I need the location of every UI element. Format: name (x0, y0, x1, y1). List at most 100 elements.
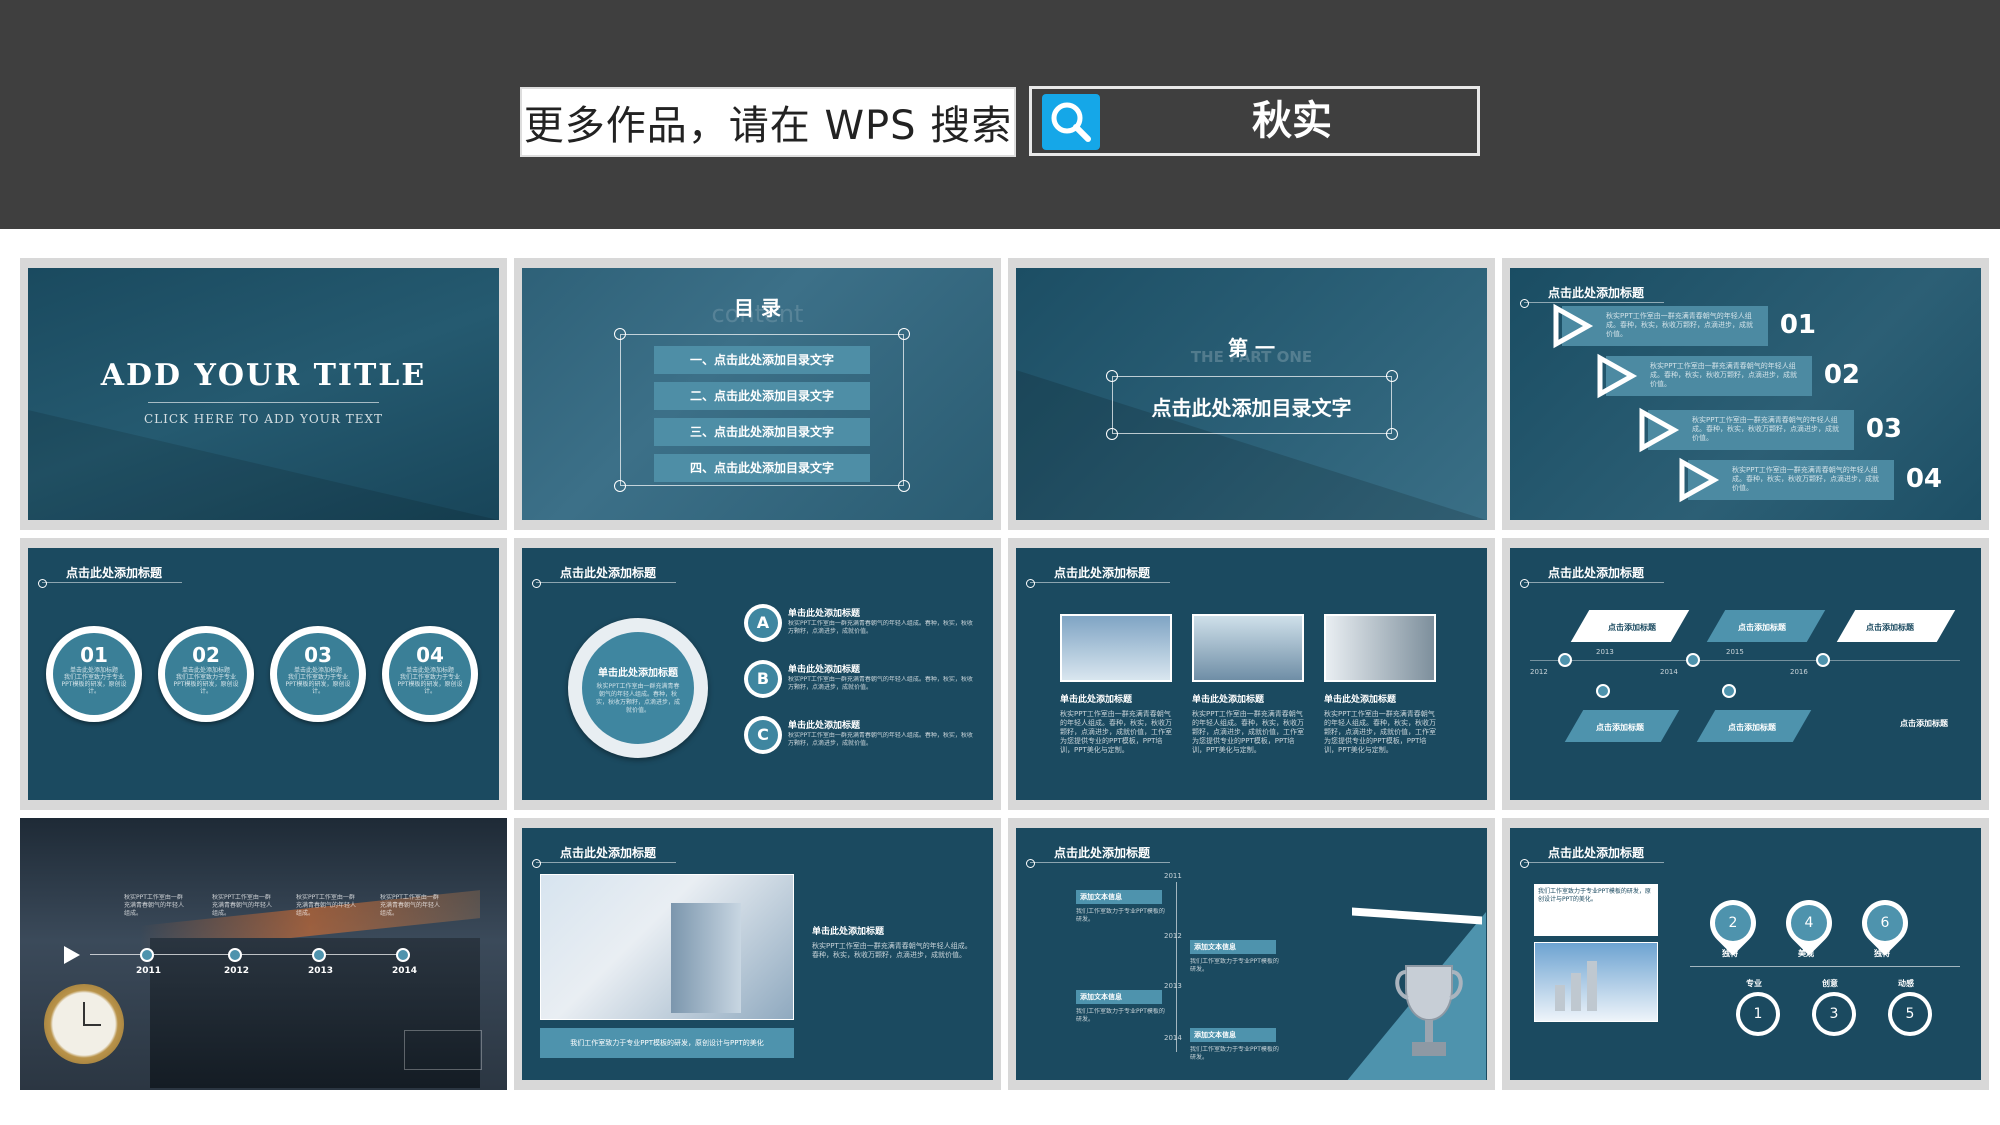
step-text: 秋实PPT工作室由一群充满青春朝气的年轻人组成。春种，秋实，秋收万颗籽，点滴进步… (1606, 312, 1753, 338)
pin-number: 4 (1791, 905, 1827, 941)
slide-thumb-9[interactable]: 2011 2012 2013 2014 秋实PPT工作室由一群充满青春朝气的年轻… (20, 818, 507, 1090)
step-number: 01 (1779, 310, 1816, 340)
slide-thumb-1[interactable]: ADD YOUR TITLE CLICK HERE TO ADD YOUR TE… (20, 258, 507, 530)
item-b-text: 秋实PPT工作室由一群充满青春朝气的年轻人组成。春种，秋实，秋收万颗籽，点滴进步… (788, 676, 973, 691)
step-circle-1: 1 (1736, 992, 1780, 1036)
circle-label: 单击此处添加标题 (405, 667, 454, 674)
slide-3-part: 第 一 (1228, 336, 1275, 360)
pin-number: 2 (1715, 905, 1751, 941)
step-circle-3: 3 (1812, 992, 1856, 1036)
play-icon (1553, 303, 1594, 349)
column-3-title: 单击此处添加标题 (1324, 695, 1397, 705)
step-number: 03 (1865, 414, 1902, 444)
note-text: 我们工作室致力于专业PPT模板的研发，原创设计与PPT的美化。 (1538, 888, 1651, 903)
photo-office (1324, 614, 1436, 682)
search-term: 秋实 (1252, 98, 1332, 144)
pocket-watch-icon (44, 984, 124, 1064)
step-number: 1 (1740, 996, 1776, 1032)
slide-5-title: 点击此处添加标题 (66, 566, 163, 580)
slide-thumb-6[interactable]: 点击此处添加标题 单击此处添加标题 秋实PPT工作室由一群充满青春朝气的年轻人组… (514, 538, 1001, 810)
slide-thumb-5[interactable]: 点击此处添加标题 01 单击此处添加标题 我们工作室致力于专业PPT模板的研发，原创… (20, 538, 507, 810)
number-circle-3: 03 单击此处添加标题 我们工作室致力于专业PPT模板的研发，原创设计。 (270, 626, 366, 722)
event-text: 秋实PPT工作室由一群充满青春朝气的年轻人组成。 (124, 894, 185, 917)
timeline-dot (1686, 653, 1700, 667)
info-text: 我们工作室致力于专业PPT模板的研发。 (1076, 1008, 1165, 1023)
play-icon (1639, 407, 1680, 453)
step-number: 02 (1823, 360, 1860, 390)
search-box[interactable]: 秋实 (1029, 86, 1480, 156)
step-circle-5: 5 (1888, 992, 1932, 1036)
slide-thumb-11[interactable]: 点击此处添加标题 2011 2012 2013 2014 添加文本信息 我们工作… (1008, 818, 1495, 1090)
info-tag: 添加文本信息 (1190, 940, 1276, 954)
chart-photo (1534, 942, 1658, 1022)
year-label: 2014 (1660, 668, 1678, 676)
play-icon[interactable] (64, 946, 80, 964)
info-text: 我们工作室致力于专业PPT模板的研发。 (1190, 1046, 1279, 1061)
slide-10-title: 点击此处添加标题 (560, 846, 657, 860)
event-text: 秋实PPT工作室由一群充满青春朝气的年轻人组成。 (212, 894, 273, 917)
slide-2-title: 目 录 (734, 296, 781, 320)
step-number: 04 (1905, 464, 1942, 494)
year-label: 2012 (1530, 668, 1548, 676)
slide-11-title: 点击此处添加标题 (1054, 846, 1151, 860)
timeline-dot (1596, 684, 1610, 698)
search-button[interactable] (1042, 94, 1100, 150)
slide-thumb-2[interactable]: content 目 录 一、点击此处添加目录文字 二、点击此处添加目录文字 三、… (514, 258, 1001, 530)
number-circle-2: 02 单击此处添加标题 我们工作室致力于专业PPT模板的研发，原创设计。 (158, 626, 254, 722)
circle-number: 02 (192, 643, 220, 667)
slide-thumb-8[interactable]: 点击此处添加标题 点击添加标题 点击添加标题 点击添加标题 2012 2013 … (1502, 538, 1989, 810)
circle-text: 我们工作室致力于专业PPT模板的研发，原创设计。 (397, 674, 463, 695)
circle-text: 我们工作室致力于专业PPT模板的研发，原创设计。 (173, 674, 239, 695)
slide-thumb-3[interactable]: THE PART ONE 第 一 点击此处添加目录文字 (1008, 258, 1495, 530)
slide-thumb-12[interactable]: 点击此处添加标题 我们工作室致力于专业PPT模板的研发，原创设计与PPT的美化。… (1502, 818, 1989, 1090)
slide-10-text: 秋实PPT工作室由一群充满青春朝气的年轻人组成。春种，秋实，秋收万颗籽，点滴进步… (812, 942, 972, 959)
center-title: 单击此处添加标题 (598, 668, 678, 679)
slide-thumb-7[interactable]: 点击此处添加标题 单击此处添加标题 单击此处添加标题 单击此处添加标题 秋实PP… (1008, 538, 1495, 810)
step-text: 秋实PPT工作室由一群充满青春朝气的年轻人组成。春种，秋实，秋收万颗籽，点滴进步… (1692, 416, 1839, 442)
slide-thumb-10[interactable]: 点击此处添加标题 单击此处添加标题 秋实PPT工作室由一群充满青春朝气的年轻人组… (514, 818, 1001, 1090)
slide-thumb-4[interactable]: 点击此处添加标题 秋实PPT工作室由一群充满青春朝气的年轻人组成。春种，秋实，秋… (1502, 258, 1989, 530)
slide-1-subtitle: CLICK HERE TO ADD YOUR TEXT (143, 412, 384, 426)
timeline-dot (140, 948, 154, 962)
step-row-3: 秋实PPT工作室由一群充满青春朝气的年轻人组成。春种，秋实，秋收万颗籽，点滴进步… (1639, 407, 1902, 453)
year-label: 2011 (136, 966, 162, 976)
letter-b: B (748, 664, 778, 694)
center-ring: 单击此处添加标题 秋实PPT工作室由一群充满青春朝气的年轻人组成。春种，秋实，秋… (568, 618, 708, 758)
column-3-text: 秋实PPT工作室由一群充满青春朝气的年轻人组成。春种，秋实，秋收万颗籽，点滴进步… (1324, 710, 1436, 754)
play-icon (1679, 457, 1720, 503)
toc-item-4: 四、点击此处添加目录文字 (654, 454, 870, 482)
slide-12-title: 点击此处添加标题 (1548, 846, 1645, 860)
top-banner: 更多作品，请在 WPS 搜索 秋实 (0, 0, 2000, 229)
play-icon (1597, 353, 1638, 399)
pin-marker-2: 2 (1700, 890, 1766, 956)
item-a-text: 秋实PPT工作室由一群充满青春朝气的年轻人组成。春种，秋实，秋收万颗籽，点滴进步… (788, 620, 973, 635)
item-a-title: 单击此处添加标题 (788, 609, 861, 619)
toc-item-3: 三、点击此处添加目录文字 (654, 418, 870, 446)
info-tag: 添加文本信息 (1076, 890, 1162, 904)
year-label: 2013 (308, 966, 334, 976)
timeline-line (1690, 966, 1960, 967)
event-text: 秋实PPT工作室由一群充满青春朝气的年轻人组成。 (296, 894, 357, 917)
letter-a-badge: A (744, 604, 782, 642)
corner-frame (404, 1030, 482, 1070)
step-text: 秋实PPT工作室由一群充满青春朝气的年轻人组成。春种，秋实，秋收万颗籽，点滴进步… (1650, 362, 1797, 388)
item-b-title: 单击此处添加标题 (788, 665, 861, 675)
circle-text: 我们工作室致力于专业PPT模板的研发，原创设计。 (61, 674, 127, 695)
slide-10-subtitle: 单击此处添加标题 (812, 927, 885, 937)
photo-meeting (1192, 614, 1304, 682)
pin-marker-6: 6 (1852, 890, 1918, 956)
letter-a: A (748, 608, 778, 638)
year-label: 2016 (1790, 668, 1808, 676)
step-number: 3 (1816, 996, 1852, 1032)
year-label: 2015 (1726, 648, 1744, 656)
timeline-line (90, 954, 410, 955)
slide-3-title: 点击此处添加目录文字 (1151, 396, 1352, 420)
timeline-line (1530, 660, 1960, 661)
step-label: 专业 (1746, 979, 1762, 988)
step-row-1: 秋实PPT工作室由一群充满青春朝气的年轻人组成。春种，秋实，秋收万颗籽，点滴进步… (1553, 303, 1816, 349)
step-row-4: 秋实PPT工作室由一群充满青春朝气的年轻人组成。春种，秋实，秋收万颗籽，点滴进步… (1679, 457, 1942, 503)
step-label: 创意 (1822, 979, 1838, 988)
circle-number: 03 (304, 643, 332, 667)
timeline-dot (1558, 653, 1572, 667)
pin-label: 独特 (1722, 949, 1738, 958)
